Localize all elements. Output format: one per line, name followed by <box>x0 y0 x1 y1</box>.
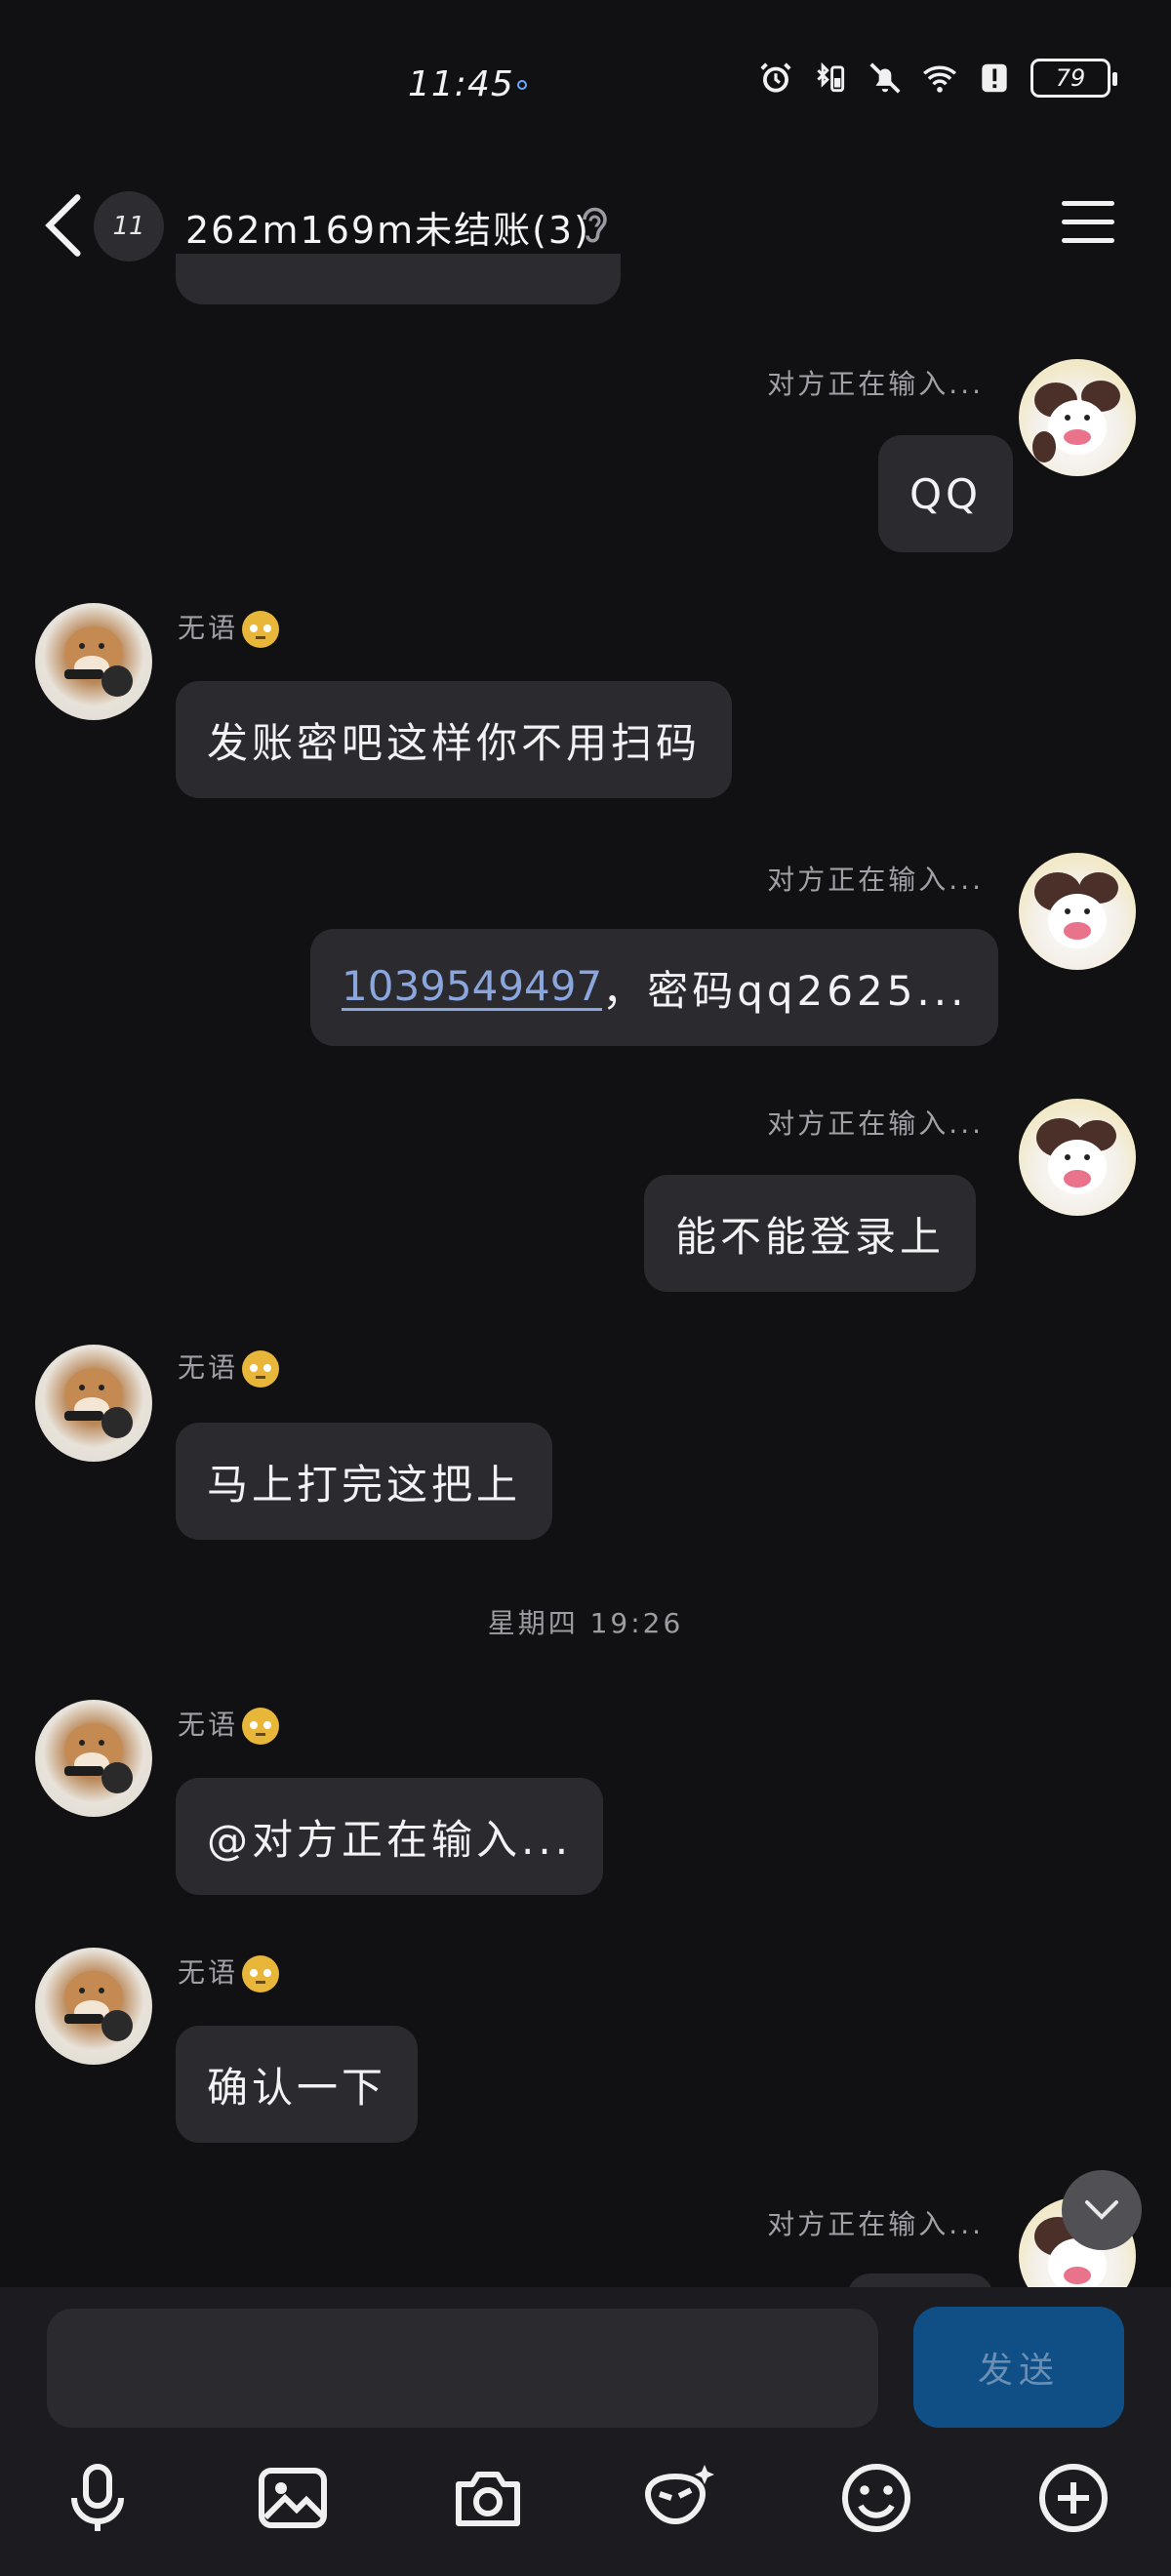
camera-icon[interactable] <box>449 2459 527 2537</box>
chevron-down-icon <box>1085 2200 1118 2220</box>
rolling-eyes-emoji-icon <box>242 1350 280 1388</box>
shiba-dog-icon <box>64 1368 133 1438</box>
avatar[interactable] <box>1019 853 1136 970</box>
shiba-dog-icon <box>64 626 133 697</box>
sender-nickname: 对方正在输入... <box>767 368 984 400</box>
rolling-eyes-emoji-icon <box>242 611 280 648</box>
rolling-eyes-emoji-icon <box>242 1955 280 1992</box>
previous-message-bubble <box>176 254 621 304</box>
chat-title[interactable]: 262m169m未结账(3) <box>185 200 590 254</box>
shiba-dog-icon <box>64 1723 133 1793</box>
avatar[interactable] <box>35 1345 152 1462</box>
shiba-dog-icon <box>64 1971 133 2041</box>
sender-nickname: 无语 <box>178 607 280 648</box>
qq-number-link[interactable]: 1039549497 <box>342 964 603 1011</box>
mute-bell-icon <box>869 62 901 94</box>
image-icon[interactable] <box>254 2459 332 2537</box>
plus-icon[interactable] <box>1034 2459 1112 2537</box>
message-text: @对方正在输入... <box>207 1815 573 1864</box>
message-bubble[interactable]: 发账密吧这样你不用扫码 <box>176 681 733 798</box>
sender-nickname: 对方正在输入... <box>767 864 984 896</box>
cow-cartoon-icon <box>1032 381 1120 463</box>
scroll-to-bottom-button[interactable] <box>1062 2170 1142 2250</box>
message-bubble[interactable]: @对方正在输入... <box>176 1778 604 1895</box>
rolling-eyes-emoji-icon <box>242 1708 280 1745</box>
message-bubble[interactable]: 1039549497 ，密码qq2625... <box>310 929 999 1046</box>
ear-icon <box>583 207 607 243</box>
cow-cartoon-icon <box>1036 1118 1116 1194</box>
message-text: 发账密吧这样你不用扫码 <box>207 718 702 767</box>
wifi-icon <box>923 65 956 93</box>
battery-indicator: 79 <box>1030 59 1117 98</box>
sticker-icon[interactable] <box>640 2459 718 2537</box>
message-text: 马上打完这把上 <box>207 1460 522 1509</box>
status-dot-icon <box>517 80 527 90</box>
emoji-icon[interactable] <box>837 2459 915 2537</box>
avatar[interactable] <box>35 1700 152 1817</box>
message-text: ，密码qq2625... <box>602 966 968 1015</box>
message-bubble[interactable]: 能不能登录上 <box>644 1175 977 1292</box>
send-button[interactable]: 发送 <box>913 2307 1124 2428</box>
alert-icon <box>982 63 1007 93</box>
avatar[interactable] <box>35 603 152 720</box>
cow-cartoon-icon <box>1034 872 1118 948</box>
message-text: 能不能登录上 <box>675 1212 946 1261</box>
sender-nickname: 无语 <box>178 1347 280 1388</box>
bluetooth-battery-icon <box>817 61 845 93</box>
microphone-icon[interactable] <box>59 2459 137 2537</box>
message-bubble[interactable]: 确认一下 <box>176 2026 419 2143</box>
message-bubble[interactable]: QQ <box>878 435 1014 552</box>
status-time: 11:45 <box>408 64 514 104</box>
message-text: 确认一下 <box>207 2063 387 2112</box>
status-icons: 79 <box>757 59 1117 98</box>
unread-count-badge[interactable]: 11 <box>94 191 164 262</box>
avatar[interactable] <box>1019 1099 1136 1216</box>
sender-nickname: 对方正在输入... <box>767 2208 984 2240</box>
status-bar: 11:45 79 <box>0 0 1171 176</box>
message-bubble[interactable]: 马上打完这把上 <box>176 1423 553 1540</box>
sender-nickname: 无语 <box>178 1952 280 1992</box>
message-input[interactable] <box>47 2309 878 2428</box>
avatar[interactable] <box>35 1948 152 2065</box>
alarm-icon <box>760 62 791 93</box>
composer-toolbar <box>0 2459 1171 2539</box>
avatar[interactable] <box>1019 359 1136 476</box>
sender-nickname: 无语 <box>178 1704 280 1745</box>
back-arrow-icon[interactable] <box>39 191 88 260</box>
message-text: QQ <box>909 469 983 518</box>
sender-nickname: 对方正在输入... <box>767 1107 984 1140</box>
message-timestamp: 星期四 19:26 <box>487 1607 684 1639</box>
menu-icon[interactable] <box>1062 201 1114 244</box>
